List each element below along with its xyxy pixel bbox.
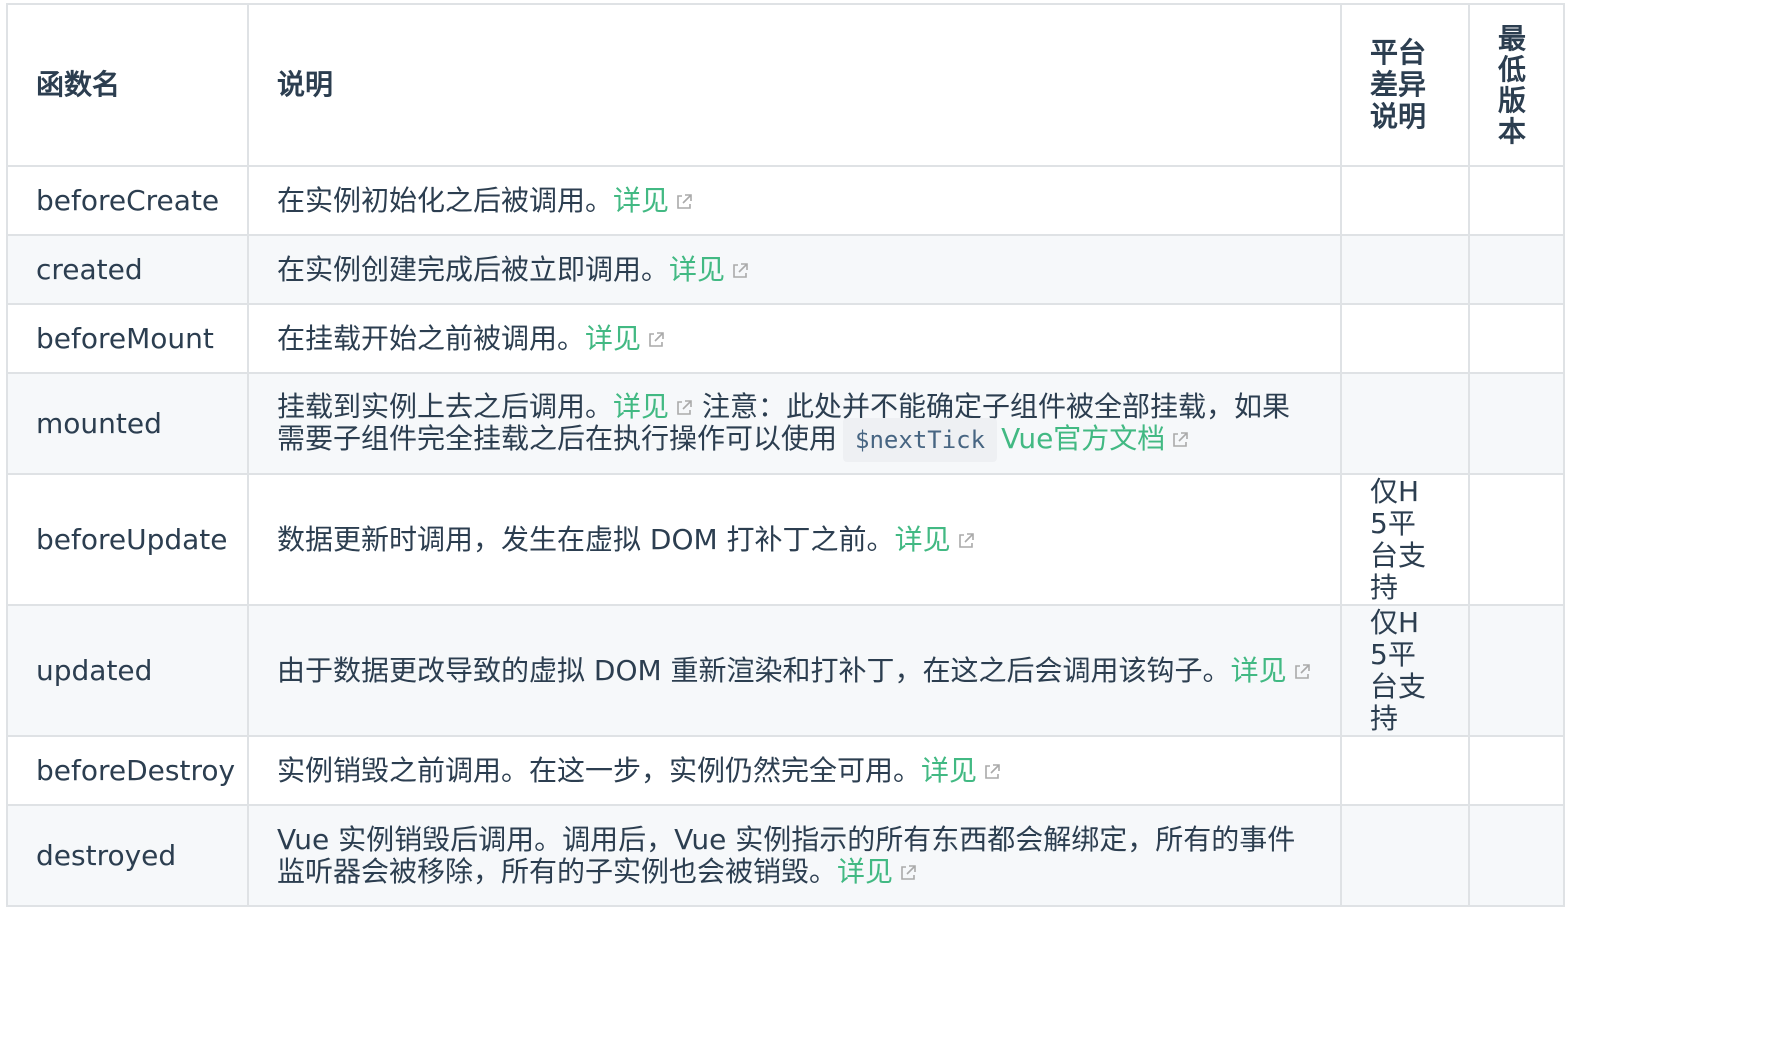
table-row: created 在实例创建完成后被立即调用。详见 [6, 234, 1565, 305]
header-function-name: 函数名 [6, 3, 249, 167]
external-link-icon [1171, 431, 1189, 449]
details-link-label: 详见 [585, 321, 642, 355]
description-text: 由于数据更改导致的虚拟 DOM 重新渲染和打补丁，在这之后会调用该钩子。 [277, 653, 1231, 687]
cell-function-name: beforeCreate [6, 165, 249, 236]
cell-function-name: beforeMount [6, 303, 249, 374]
cell-function-name: updated [6, 604, 249, 737]
cell-description: 挂载到实例上去之后调用。详见 注意：此处并不能确定子组件被全部挂载，如果需要子组… [247, 372, 1342, 475]
table-row: beforeUpdate 数据更新时调用，发生在虚拟 DOM 打补丁之前。详见 … [6, 473, 1565, 606]
cell-min-version [1468, 372, 1565, 475]
table-row: beforeMount 在挂载开始之前被调用。详见 [6, 303, 1565, 374]
cell-platform [1340, 372, 1470, 475]
description-text: 在实例创建完成后被立即调用。 [277, 252, 670, 286]
cell-platform [1340, 234, 1470, 305]
cell-platform: 仅H5平台支持 [1340, 473, 1470, 606]
cell-description: 由于数据更改导致的虚拟 DOM 重新渲染和打补丁，在这之后会调用该钩子。详见 [247, 604, 1342, 737]
platform-text: 仅H5平台支持 [1370, 474, 1427, 604]
details-link[interactable]: 详见 [585, 322, 665, 355]
details-link-label: 详见 [669, 252, 726, 286]
details-link[interactable]: 详见 [613, 390, 693, 423]
description-text: Vue 实例销毁后调用。调用后，Vue 实例指示的所有东西都会解绑定，所有的事件… [277, 822, 1296, 888]
details-link-label: 详见 [894, 522, 951, 556]
details-link[interactable]: 详见 [669, 253, 749, 286]
cell-description: 在实例创建完成后被立即调用。详见 [247, 234, 1342, 305]
table-row: updated 由于数据更改导致的虚拟 DOM 重新渲染和打补丁，在这之后会调用… [6, 604, 1565, 737]
table-row: beforeCreate 在实例初始化之后被调用。详见 [6, 165, 1565, 236]
details-link-label: 详见 [1230, 653, 1287, 687]
cell-function-name: created [6, 234, 249, 305]
details-link-label: 详见 [613, 183, 670, 217]
external-link-icon [1293, 663, 1311, 681]
table-row: mounted 挂载到实例上去之后调用。详见 注意：此处并不能确定子组件被全部挂… [6, 372, 1565, 475]
cell-min-version [1468, 604, 1565, 737]
table-row: beforeDestroy 实例销毁之前调用。在这一步，实例仍然完全可用。详见 [6, 735, 1565, 806]
external-link-icon [983, 763, 1001, 781]
cell-function-name: beforeUpdate [6, 473, 249, 606]
external-link-icon [675, 399, 693, 417]
cell-description: 在挂载开始之前被调用。详见 [247, 303, 1342, 374]
cell-platform [1340, 165, 1470, 236]
cell-min-version [1468, 473, 1565, 606]
cell-min-version [1468, 234, 1565, 305]
details-link[interactable]: 详见 [837, 855, 917, 888]
cell-description: 在实例初始化之后被调用。详见 [247, 165, 1342, 236]
cell-min-version [1468, 735, 1565, 806]
details-link[interactable]: 详见 [895, 523, 975, 556]
cell-platform [1340, 804, 1470, 907]
details-link-label: 详见 [921, 753, 978, 787]
cell-min-version [1468, 804, 1565, 907]
external-link-icon [731, 262, 749, 280]
platform-text: 仅H5平台支持 [1370, 605, 1427, 735]
vue-docs-link[interactable]: Vue官方文档 [1001, 422, 1189, 455]
cell-description: 数据更新时调用，发生在虚拟 DOM 打补丁之前。详见 [247, 473, 1342, 606]
details-link[interactable]: 详见 [613, 184, 693, 217]
header-min-version-label: 最低版本 [1498, 22, 1527, 148]
description-text: 在挂载开始之前被调用。 [277, 321, 586, 355]
description-text: 数据更新时调用，发生在虚拟 DOM 打补丁之前。 [277, 522, 895, 556]
description-text: 在实例初始化之后被调用。 [277, 183, 614, 217]
cell-min-version [1468, 303, 1565, 374]
details-link[interactable]: 详见 [921, 754, 1001, 787]
cell-description: Vue 实例销毁后调用。调用后，Vue 实例指示的所有东西都会解绑定，所有的事件… [247, 804, 1342, 907]
cell-min-version [1468, 165, 1565, 236]
cell-function-name: mounted [6, 372, 249, 475]
description-text: 实例销毁之前调用。在这一步，实例仍然完全可用。 [277, 753, 922, 787]
vue-docs-link-label: Vue官方文档 [1001, 422, 1166, 455]
page: 函数名 说明 平台差异说明 最低版本 beforeCreate 在实例初始化之后… [0, 0, 1778, 1038]
description-text: 挂载到实例上去之后调用。 [277, 390, 614, 423]
details-link[interactable]: 详见 [1231, 654, 1311, 687]
cell-platform [1340, 303, 1470, 374]
details-link-label: 详见 [837, 854, 894, 888]
lifecycle-table: 函数名 说明 平台差异说明 最低版本 beforeCreate 在实例初始化之后… [6, 3, 1565, 907]
table-body: beforeCreate 在实例初始化之后被调用。详见 created 在实例创… [6, 165, 1565, 907]
details-link-label: 详见 [613, 390, 670, 423]
cell-platform: 仅H5平台支持 [1340, 604, 1470, 737]
header-description: 说明 [247, 3, 1342, 167]
table-header: 函数名 说明 平台差异说明 最低版本 [6, 3, 1565, 167]
external-link-icon [647, 331, 665, 349]
external-link-icon [957, 532, 975, 550]
cell-platform [1340, 735, 1470, 806]
inline-code-nexttick: $nextTick [843, 418, 998, 462]
cell-function-name: destroyed [6, 804, 249, 907]
header-min-version: 最低版本 [1468, 3, 1565, 167]
table-header-row: 函数名 说明 平台差异说明 最低版本 [6, 3, 1565, 167]
table-row: destroyed Vue 实例销毁后调用。调用后，Vue 实例指示的所有东西都… [6, 804, 1565, 907]
header-platform-label: 平台差异说明 [1370, 36, 1427, 133]
external-link-icon [899, 864, 917, 882]
cell-function-name: beforeDestroy [6, 735, 249, 806]
header-platform: 平台差异说明 [1340, 3, 1470, 167]
external-link-icon [675, 193, 693, 211]
cell-description: 实例销毁之前调用。在这一步，实例仍然完全可用。详见 [247, 735, 1342, 806]
